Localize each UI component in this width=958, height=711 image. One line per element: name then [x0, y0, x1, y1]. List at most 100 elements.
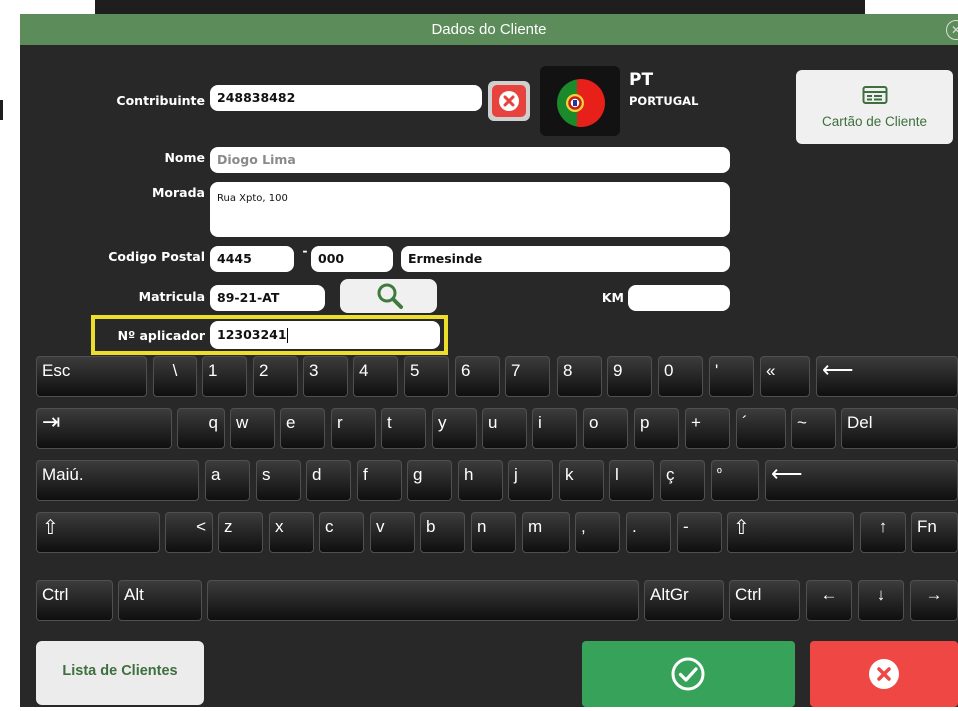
nome-label: Nome	[164, 150, 205, 165]
key-k[interactable]: k	[559, 460, 604, 501]
key-3[interactable]: 3	[303, 356, 348, 397]
portugal-flag-icon	[557, 79, 605, 127]
postal-code-part1-field[interactable]: 4445	[210, 246, 294, 272]
postal-code-separator: -	[302, 243, 308, 258]
contribuinte-label: Contribuinte	[116, 93, 205, 108]
client-list-button[interactable]: Lista de Clientes	[36, 641, 204, 705]
key-backslash[interactable]: \	[153, 356, 197, 397]
locality-field[interactable]: Ermesinde	[401, 246, 730, 272]
text-cursor	[286, 328, 288, 343]
key-j[interactable]: j	[508, 460, 553, 501]
key-y[interactable]: y	[432, 408, 477, 449]
key-apostrophe[interactable]: '	[709, 356, 754, 397]
key-4[interactable]: 4	[353, 356, 398, 397]
key-9[interactable]: 9	[607, 356, 652, 397]
key-tilde[interactable]: ~	[791, 408, 836, 449]
client-card-button[interactable]: Cartão de Cliente	[796, 70, 953, 144]
key-b[interactable]: b	[420, 512, 465, 553]
key-ordinal[interactable]: º	[711, 460, 759, 501]
key-plus[interactable]: +	[685, 408, 730, 449]
contribuinte-field[interactable]: 248838482	[210, 85, 482, 111]
key-6[interactable]: 6	[455, 356, 500, 397]
key-comma[interactable]: ,	[575, 512, 620, 553]
key-minus[interactable]: -	[677, 512, 722, 553]
key-shift-right[interactable]: ⇧	[727, 512, 854, 553]
km-field[interactable]	[628, 285, 730, 311]
key-n[interactable]: n	[471, 512, 516, 553]
title-bar: Dados do Cliente ✕	[20, 14, 958, 45]
key-i[interactable]: i	[532, 408, 577, 449]
aplicador-label: Nº aplicador	[117, 328, 205, 343]
key-alt[interactable]: Alt	[118, 580, 202, 621]
key-h[interactable]: h	[458, 460, 503, 501]
key-a[interactable]: a	[205, 460, 250, 501]
key-q[interactable]: q	[177, 408, 225, 449]
key-r[interactable]: r	[331, 408, 376, 449]
country-name: PORTUGAL	[629, 94, 699, 108]
key-7[interactable]: 7	[505, 356, 550, 397]
key-ctrl-left[interactable]: Ctrl	[36, 580, 113, 621]
dialog-title: Dados do Cliente	[431, 21, 547, 38]
key-acute[interactable]: ´	[736, 408, 786, 449]
close-circle-icon	[869, 659, 899, 689]
km-label: KM	[601, 290, 624, 305]
key-m[interactable]: m	[522, 512, 570, 553]
key-backspace[interactable]: ⟵	[816, 356, 958, 397]
country-flag-button[interactable]	[540, 66, 620, 136]
key-tab[interactable]: ⇥	[36, 408, 172, 449]
client-data-dialog: Dados do Cliente ✕ Contribuinte 24883848…	[20, 14, 958, 707]
key-o[interactable]: o	[583, 408, 628, 449]
key-8[interactable]: 8	[557, 356, 602, 397]
key-2[interactable]: 2	[253, 356, 298, 397]
key-caps-lock[interactable]: Maiú.	[36, 460, 199, 501]
aplicador-field[interactable]: 12303241	[210, 321, 440, 349]
confirm-button[interactable]	[582, 641, 795, 707]
key-enter[interactable]: ⟵	[765, 460, 958, 501]
key-g[interactable]: g	[407, 460, 452, 501]
country-code: PT	[629, 70, 654, 90]
close-circle-icon	[499, 91, 519, 111]
key-c[interactable]: c	[319, 512, 364, 553]
key-shift-left[interactable]: ⇧	[36, 512, 160, 553]
key-arrow-up[interactable]: ↑	[860, 512, 906, 553]
key-t[interactable]: t	[381, 408, 426, 449]
matricula-field[interactable]: 89-21-AT	[210, 285, 325, 311]
key-f[interactable]: f	[357, 460, 402, 501]
key-guillemet[interactable]: «	[760, 356, 810, 397]
key-arrow-down[interactable]: ↓	[858, 580, 904, 621]
search-icon	[377, 283, 403, 309]
key-arrow-right[interactable]: →	[910, 580, 958, 621]
key-w[interactable]: w	[230, 408, 275, 449]
key-ctrl-right[interactable]: Ctrl	[729, 580, 800, 621]
cancel-button[interactable]	[810, 641, 958, 707]
key-less-than[interactable]: <	[165, 512, 213, 553]
key-fn[interactable]: Fn	[911, 512, 958, 553]
key-z[interactable]: z	[218, 512, 263, 553]
key-delete[interactable]: Del	[841, 408, 958, 449]
key-e[interactable]: e	[280, 408, 325, 449]
key-p[interactable]: p	[634, 408, 679, 449]
key-esc[interactable]: Esc	[36, 356, 147, 397]
key-0[interactable]: 0	[658, 356, 703, 397]
key-altgr[interactable]: AltGr	[644, 580, 724, 621]
key-1[interactable]: 1	[202, 356, 247, 397]
search-plate-button[interactable]	[340, 279, 437, 313]
client-list-label: Lista de Clientes	[62, 663, 178, 679]
key-v[interactable]: v	[370, 512, 415, 553]
key-5[interactable]: 5	[404, 356, 449, 397]
key-arrow-left[interactable]: ←	[806, 580, 852, 621]
key-space[interactable]	[207, 580, 639, 621]
key-d[interactable]: d	[306, 460, 351, 501]
nome-field[interactable]: Diogo Lima	[210, 147, 730, 173]
key-u[interactable]: u	[482, 408, 527, 449]
postal-code-part2-field[interactable]: 000	[311, 246, 393, 272]
check-circle-icon	[671, 657, 705, 691]
key-s[interactable]: s	[256, 460, 301, 501]
client-card-label: Cartão de Cliente	[821, 114, 928, 129]
morada-field[interactable]: Rua Xpto, 100	[210, 182, 730, 237]
key-period[interactable]: .	[626, 512, 671, 553]
key-c-cedilla[interactable]: ç	[660, 460, 705, 501]
clear-contribuinte-button[interactable]	[488, 81, 530, 121]
key-l[interactable]: l	[609, 460, 654, 501]
key-x[interactable]: x	[269, 512, 314, 553]
